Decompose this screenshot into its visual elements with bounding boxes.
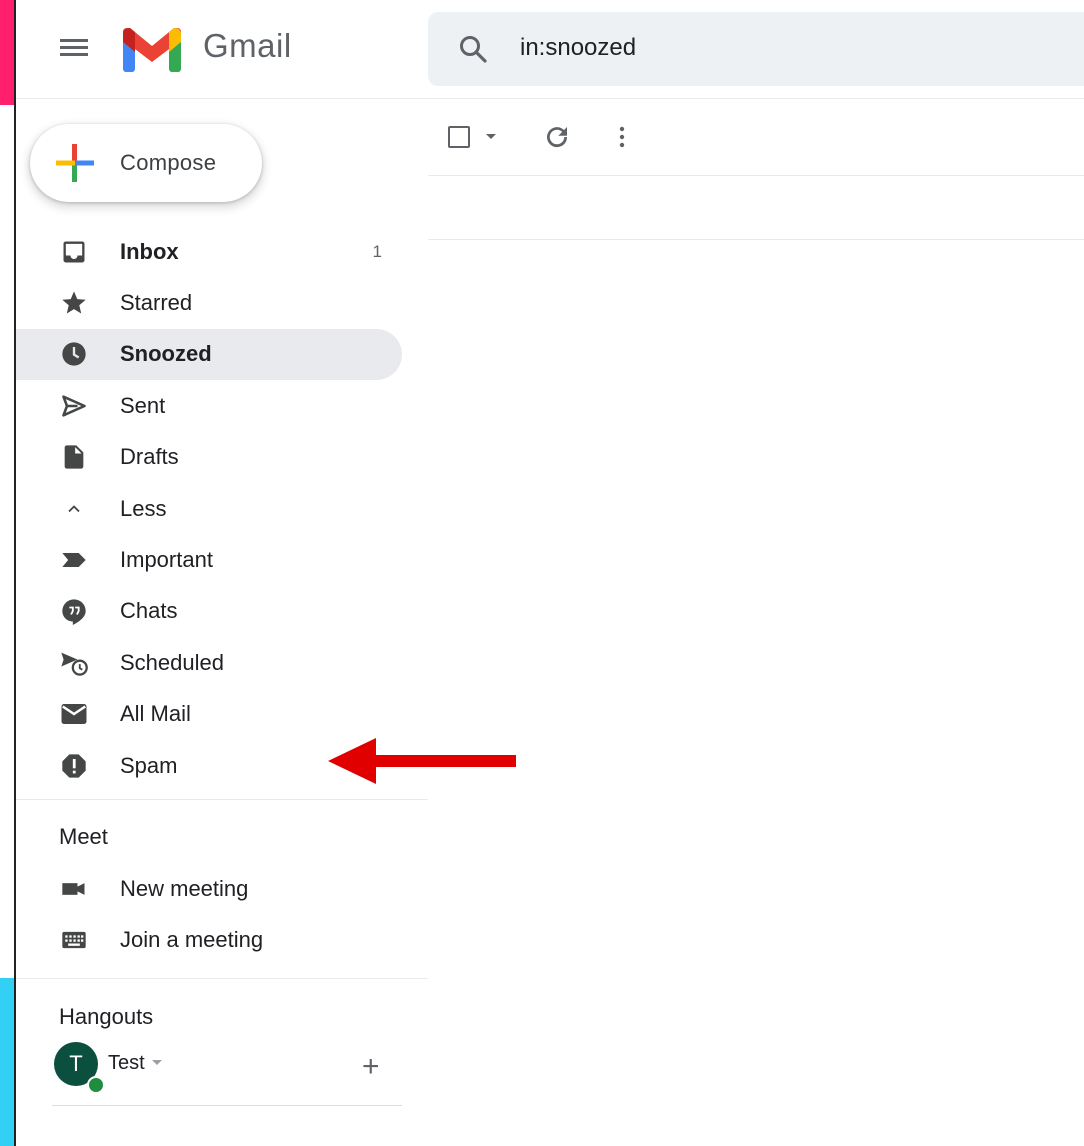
sidebar-item-label: Sent — [120, 392, 166, 418]
hangouts-section-title: Hangouts — [59, 1004, 154, 1029]
select-all-checkbox[interactable] — [448, 126, 470, 148]
add-contact-icon[interactable]: + — [362, 1052, 380, 1082]
sidebar-item-drafts[interactable]: Drafts — [16, 432, 402, 483]
sidebar-item-starred[interactable]: Starred — [16, 277, 402, 328]
sidebar-item-label: Less — [120, 495, 167, 521]
sidebar-item-all-mail[interactable]: All Mail — [16, 689, 402, 740]
star-icon — [58, 287, 90, 319]
online-status-icon — [87, 1076, 105, 1094]
important-icon — [58, 544, 90, 576]
sidebar-item-label: Important — [120, 547, 213, 573]
spam-icon — [58, 750, 90, 782]
video-camera-icon — [58, 873, 90, 905]
compose-button[interactable]: Compose — [30, 124, 262, 202]
sidebar-item-scheduled[interactable]: Scheduled — [16, 637, 402, 688]
inbox-count: 1 — [372, 241, 382, 261]
toolbar-divider — [428, 175, 1084, 176]
join-meeting-button[interactable]: Join a meeting — [16, 915, 402, 965]
sidebar-item-label: Drafts — [120, 444, 179, 470]
sidebar-item-label: Chats — [120, 598, 178, 624]
search-bar[interactable]: in:snoozed — [428, 12, 1084, 86]
refresh-icon[interactable] — [542, 122, 572, 152]
sidebar-item-label: Scheduled — [120, 649, 224, 675]
gmail-logo-icon[interactable] — [122, 28, 182, 77]
sidebar-item-chats[interactable]: Chats — [16, 586, 402, 637]
menu-icon — [60, 39, 88, 42]
message-list-divider — [428, 239, 1084, 240]
keyboard-icon — [58, 924, 90, 956]
hangouts-user[interactable]: T Test + — [52, 1042, 402, 1094]
sidebar-item-label: Snoozed — [120, 341, 212, 367]
sidebar-item-label: Inbox — [120, 238, 179, 264]
select-options-chevron-icon[interactable] — [486, 134, 496, 139]
scheduled-icon — [58, 647, 90, 679]
compose-plus-icon — [56, 144, 94, 182]
clock-icon — [58, 338, 90, 370]
chat-icon — [58, 595, 90, 627]
sidebar-item-important[interactable]: Important — [16, 534, 402, 585]
sidebar-item-label: Starred — [120, 290, 193, 316]
header-divider — [16, 98, 1084, 99]
hangouts-bottom-divider — [52, 1105, 402, 1106]
annotation-arrow-icon — [326, 736, 520, 786]
search-input[interactable]: in:snoozed — [520, 34, 636, 62]
send-icon — [58, 390, 90, 422]
mail-icon — [58, 698, 90, 730]
sidebar-item-snoozed[interactable]: Snoozed — [16, 328, 402, 381]
meet-item-label: Join a meeting — [120, 927, 264, 952]
draft-icon — [58, 441, 90, 473]
inbox-icon — [58, 236, 90, 268]
app-name: Gmail — [203, 27, 292, 64]
chevron-down-icon[interactable] — [152, 1060, 162, 1065]
hangouts-user-name: Test — [108, 1052, 145, 1074]
hangouts-divider — [16, 978, 428, 979]
meet-section-title: Meet — [59, 824, 108, 849]
sidebar-item-sent[interactable]: Sent — [16, 380, 402, 431]
search-icon[interactable] — [458, 34, 488, 64]
new-meeting-button[interactable]: New meeting — [16, 864, 402, 914]
sidebar-item-label: Spam — [120, 752, 178, 778]
meet-item-label: New meeting — [120, 876, 249, 901]
main-menu-button[interactable] — [60, 36, 90, 62]
sidebar-nav: Inbox 1 Starred Snoozed Sent Drafts Less — [16, 226, 402, 791]
sidebar-item-inbox[interactable]: Inbox 1 — [16, 226, 402, 277]
sidebar-item-label: All Mail — [120, 701, 191, 727]
sidebar-item-less[interactable]: Less — [16, 483, 402, 534]
more-options-icon[interactable] — [612, 122, 632, 152]
chevron-up-icon — [58, 493, 90, 525]
meet-divider — [16, 799, 428, 800]
mail-toolbar — [428, 106, 1084, 174]
compose-label: Compose — [120, 150, 217, 175]
